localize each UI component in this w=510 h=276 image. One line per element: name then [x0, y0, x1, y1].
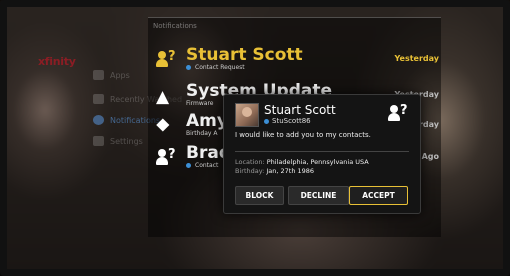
screen-frame [0, 0, 510, 276]
